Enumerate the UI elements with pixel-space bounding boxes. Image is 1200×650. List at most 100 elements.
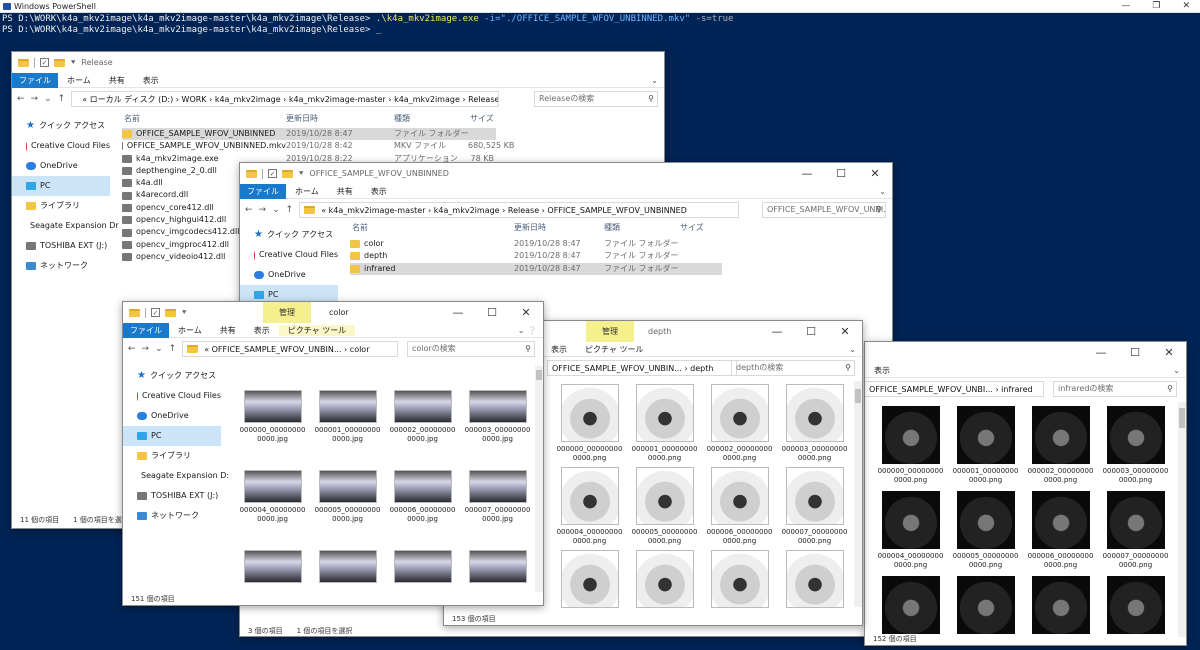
thumbnail-item[interactable]: 000000_00000000 0000.png bbox=[873, 406, 948, 485]
thumbnail-item[interactable] bbox=[702, 550, 777, 611]
thumbnail-item[interactable] bbox=[948, 576, 1023, 637]
scrollbar[interactable] bbox=[854, 381, 862, 607]
nav-quick-access[interactable]: ★ クイック アクセス bbox=[123, 366, 221, 386]
thumbnail-item[interactable] bbox=[235, 550, 310, 586]
col-name[interactable]: 名前 bbox=[352, 222, 514, 233]
col-date[interactable]: 更新日時 bbox=[286, 113, 394, 124]
thumbnail-item[interactable] bbox=[460, 550, 535, 586]
ribbon-expand-icon[interactable]: ⌄ bbox=[879, 187, 886, 196]
search-input[interactable]: infraredの検索 ⚲ bbox=[1053, 381, 1177, 397]
tab-picture-tools[interactable]: ピクチャ ツール bbox=[278, 324, 356, 336]
col-name[interactable]: 名前 bbox=[124, 113, 286, 124]
console-line-2[interactable]: PS D:\WORK\k4a_mkv2image\k4a_mkv2image-m… bbox=[2, 25, 381, 35]
thumbnail-item[interactable]: 000003_00000000 0000.jpg bbox=[460, 390, 535, 444]
maximize-button[interactable]: ☐ bbox=[475, 302, 509, 323]
tab-share[interactable]: 共有 bbox=[100, 75, 134, 86]
tab-file[interactable]: ファイル bbox=[123, 322, 169, 338]
address-bar[interactable]: « OFFICE_SAMPLE_WFOV_UNBIN... › color bbox=[182, 341, 399, 357]
col-type[interactable]: 種類 bbox=[604, 222, 680, 233]
nav-network[interactable]: ネットワーク bbox=[123, 506, 221, 526]
nav-onedrive[interactable]: OneDrive bbox=[12, 156, 110, 176]
thumbnail-item[interactable]: 000006_00000000 0000.jpg bbox=[385, 470, 460, 524]
thumbnail-item[interactable]: 000003_00000000 0000.png bbox=[777, 384, 852, 463]
folder-row[interactable]: infrared 2019/10/28 8:47 ファイル フォルダー bbox=[350, 262, 722, 275]
up-button[interactable]: ↑ bbox=[58, 94, 66, 104]
nav-library[interactable]: ライブラリ bbox=[12, 196, 110, 216]
thumbnail-item[interactable]: 000007_00000000 0000.png bbox=[777, 467, 852, 546]
maximize-button[interactable]: ☐ bbox=[1118, 342, 1152, 363]
thumbnail-item[interactable]: 000004_00000000 0000.jpg bbox=[235, 470, 310, 524]
nav-quick-access[interactable]: ★ クイック アクセス bbox=[12, 116, 110, 136]
tab-view[interactable]: 表示 bbox=[865, 365, 899, 376]
tab-file[interactable]: ファイル bbox=[240, 183, 286, 199]
search-input[interactable]: colorの検索 ⚲ bbox=[407, 341, 535, 357]
recent-dropdown-icon[interactable]: ⌄ bbox=[272, 205, 280, 215]
quick-access-dropdown-icon[interactable]: ⯆ bbox=[181, 308, 187, 318]
search-input[interactable]: Releaseの検索 ⚲ bbox=[534, 91, 658, 107]
tab-file[interactable]: ファイル bbox=[12, 72, 58, 88]
nav-onedrive[interactable]: OneDrive bbox=[123, 406, 221, 426]
recent-dropdown-icon[interactable]: ⌄ bbox=[155, 344, 163, 354]
checkbox-icon[interactable]: ✓ bbox=[268, 169, 277, 178]
col-size[interactable]: サイズ bbox=[680, 222, 720, 233]
thumbnail-item[interactable] bbox=[777, 550, 852, 611]
nav-toshiba[interactable]: TOSHIBA EXT (J:) bbox=[123, 486, 221, 506]
back-button[interactable]: ← bbox=[128, 344, 136, 354]
quick-access-dropdown-icon[interactable]: ⯆ bbox=[298, 169, 304, 179]
thumbnail-item[interactable]: 000004_00000000 0000.png bbox=[552, 467, 627, 546]
forward-button[interactable]: → bbox=[31, 94, 39, 104]
manage-tab[interactable]: 管理 bbox=[586, 321, 634, 342]
thumbnail-item[interactable] bbox=[310, 550, 385, 586]
tab-view[interactable]: 表示 bbox=[245, 325, 279, 336]
thumbnail-item[interactable]: 000001_00000000 0000.png bbox=[627, 384, 702, 463]
close-button[interactable]: ✕ bbox=[828, 321, 862, 342]
file-row[interactable]: OFFICE_SAMPLE_WFOV_UNBINNED 2019/10/28 8:… bbox=[122, 128, 496, 141]
tab-home[interactable]: ホーム bbox=[169, 325, 211, 336]
forward-button[interactable]: → bbox=[142, 344, 150, 354]
thumbnail-item[interactable] bbox=[627, 550, 702, 611]
thumbnail-item[interactable] bbox=[873, 576, 948, 637]
nav-creative-cloud[interactable]: Creative Cloud Files bbox=[123, 386, 221, 406]
thumbnail-item[interactable]: 000007_00000000 0000.jpg bbox=[460, 470, 535, 524]
tab-picture-tools[interactable]: ピクチャ ツール bbox=[576, 344, 652, 355]
nav-pc[interactable]: PC bbox=[12, 176, 110, 196]
address-bar[interactable]: OFFICE_SAMPLE_WFOV_UNBI... › infrared bbox=[865, 381, 1044, 397]
up-button[interactable]: ↑ bbox=[286, 205, 294, 215]
tab-view[interactable]: 表示 bbox=[542, 344, 576, 355]
ribbon-expand-icon[interactable]: ⌄ bbox=[849, 345, 856, 354]
manage-tab[interactable]: 管理 bbox=[263, 302, 311, 323]
maximize-button[interactable]: ☐ bbox=[794, 321, 828, 342]
nav-library[interactable]: ライブラリ bbox=[123, 446, 221, 466]
ribbon-expand-icon[interactable]: ⌄ ❔ bbox=[518, 326, 537, 335]
close-button[interactable]: ✕ bbox=[858, 163, 892, 184]
file-row[interactable]: OFFICE_SAMPLE_WFOV_UNBINNED.mkv 2019/10/2… bbox=[122, 140, 514, 152]
search-input[interactable]: depthの検索 ⚲ bbox=[731, 360, 855, 376]
close-button[interactable]: ✕ bbox=[1182, 0, 1190, 13]
thumbnail-item[interactable]: 000005_00000000 0000.png bbox=[627, 467, 702, 546]
close-button[interactable]: ✕ bbox=[509, 302, 543, 323]
ribbon-expand-icon[interactable]: ⌄ bbox=[1173, 366, 1180, 375]
search-input[interactable]: OFFICE_SAMPLE_WFOV_UNBI... ⚲ bbox=[762, 202, 886, 218]
checkbox-icon[interactable]: ✓ bbox=[151, 308, 160, 317]
thumbnail-item[interactable]: 000004_00000000 0000.png bbox=[873, 491, 948, 570]
nav-toshiba[interactable]: TOSHIBA EXT (J:) bbox=[12, 236, 110, 256]
close-button[interactable]: ✕ bbox=[1152, 342, 1186, 363]
thumbnail-item[interactable]: 000006_00000000 0000.png bbox=[1023, 491, 1098, 570]
nav-pc[interactable]: PC bbox=[123, 426, 221, 446]
thumbnail-item[interactable]: 000000_00000000 0000.jpg bbox=[235, 390, 310, 444]
tab-view[interactable]: 表示 bbox=[134, 75, 168, 86]
thumbnail-item[interactable]: 000002_00000000 0000.png bbox=[702, 384, 777, 463]
maximize-button[interactable]: ☐ bbox=[824, 163, 858, 184]
thumbnail-item[interactable]: 000000_00000000 0000.png bbox=[552, 384, 627, 463]
nav-creative-cloud[interactable]: Creative Cloud Files bbox=[240, 245, 338, 265]
col-date[interactable]: 更新日時 bbox=[514, 222, 604, 233]
quick-access-dropdown-icon[interactable]: ⯆ bbox=[70, 58, 76, 68]
thumbnail-item[interactable]: 000001_00000000 0000.jpg bbox=[310, 390, 385, 444]
maximize-button[interactable]: ❐ bbox=[1152, 0, 1160, 13]
minimize-button[interactable]: — bbox=[790, 163, 824, 184]
thumbnail-item[interactable]: 000007_00000000 0000.png bbox=[1098, 491, 1173, 570]
nav-quick-access[interactable]: ★ クイック アクセス bbox=[240, 225, 338, 245]
address-bar[interactable]: « ローカル ディスク (D:) › WORK › k4a_mkv2image … bbox=[71, 91, 500, 107]
tab-view[interactable]: 表示 bbox=[362, 186, 396, 197]
tab-share[interactable]: 共有 bbox=[211, 325, 245, 336]
